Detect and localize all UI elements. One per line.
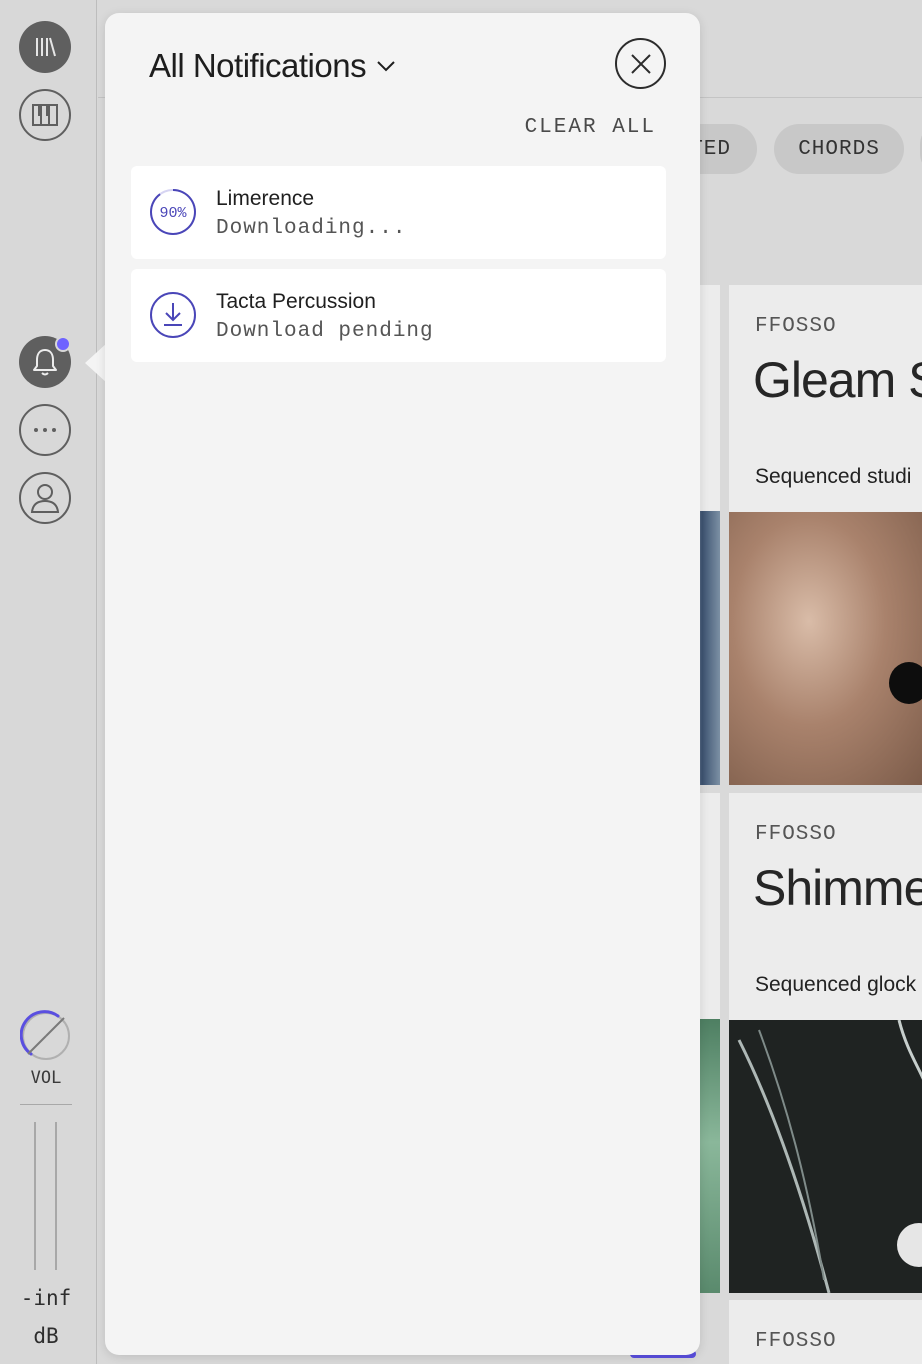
level-meter-right [55, 1122, 57, 1270]
artwork-dot [889, 662, 922, 704]
panel-pointer [85, 343, 107, 383]
instrument-card-gleam[interactable]: FFOSSO Gleam S Sequenced studi [729, 285, 922, 785]
volume-label: VOL [30, 1068, 62, 1088]
volume-knob[interactable] [20, 1010, 72, 1062]
notification-title: Limerence [216, 187, 315, 210]
card-title: Gleam S [753, 352, 922, 408]
progress-label: 90% [159, 205, 187, 222]
notification-title: Tacta Percussion [216, 290, 376, 313]
card-brand: FFOSSO [755, 823, 837, 846]
bell-icon [33, 349, 57, 376]
user-icon [30, 484, 60, 513]
progress-ring-icon: 90% [150, 189, 196, 235]
notifications-filter-dropdown[interactable]: All Notifications [149, 47, 396, 85]
rail-divider [20, 1104, 72, 1105]
instrument-card-3[interactable]: FFOSSO [729, 1300, 922, 1364]
sidebar-item-library[interactable] [19, 21, 71, 73]
card-description: Sequenced studi [755, 465, 912, 488]
instrument-card-shimmer[interactable]: FFOSSO Shimme Sequenced glock [729, 793, 922, 1293]
sidebar-rail: VOL -inf dB [0, 0, 97, 1364]
card-artwork [729, 1019, 922, 1293]
more-icon [34, 428, 56, 432]
clear-all-button[interactable]: CLEAR ALL [525, 116, 656, 139]
card-artwork [729, 512, 922, 785]
card-description: Sequenced glock [755, 973, 917, 996]
card-title: Shimme [753, 860, 922, 916]
card-brand: FFOSSO [755, 315, 837, 338]
notification-status: Download pending [216, 320, 434, 343]
card-brand: FFOSSO [755, 1330, 837, 1353]
notification-status: Downloading... [216, 217, 407, 240]
volume-unit: dB [33, 1324, 59, 1348]
sidebar-item-notifications[interactable] [19, 336, 71, 388]
panel-title: All Notifications [149, 47, 367, 84]
close-button[interactable] [615, 38, 666, 89]
notification-item-limerence[interactable]: 90% Limerence Downloading... [131, 166, 666, 259]
download-icon [150, 292, 196, 338]
chevron-down-icon [377, 61, 395, 72]
artwork-lines [737, 1019, 922, 1293]
level-meter-left [34, 1122, 36, 1270]
piano-icon [32, 104, 58, 126]
volume-level: -inf [20, 1286, 72, 1310]
sidebar-item-keyboard[interactable] [19, 89, 71, 141]
unread-badge [55, 336, 71, 352]
notification-item-tacta-percussion[interactable]: Tacta Percussion Download pending [131, 269, 666, 362]
library-icon [36, 37, 56, 57]
sidebar-item-more[interactable] [19, 404, 71, 456]
notifications-panel: All Notifications CLEAR ALL 90% Limerenc… [105, 13, 700, 1355]
close-icon [630, 53, 651, 74]
filter-chip-chords[interactable]: CHORDS [774, 124, 904, 174]
sidebar-item-account[interactable] [19, 472, 71, 524]
